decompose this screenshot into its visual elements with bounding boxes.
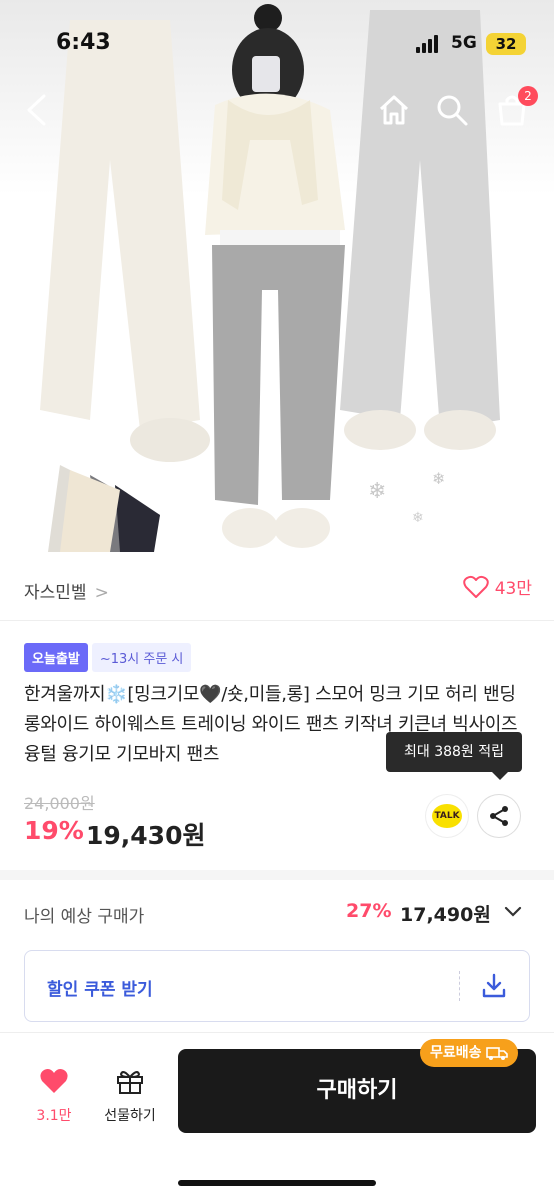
svg-text:❄: ❄ <box>412 510 424 526</box>
shipping-badges: 오늘출발 ~13시 주문 시 <box>24 643 192 672</box>
estimated-price-row[interactable]: 나의 예상 구매가 27% 17,490원 <box>24 896 530 930</box>
search-icon <box>437 95 468 126</box>
product-photo-illustration: ❄ ❄ ❄ <box>40 4 500 552</box>
like-count: 43만 <box>494 579 532 599</box>
download-icon <box>482 973 506 998</box>
chevron-down-icon[interactable] <box>502 900 524 926</box>
estimate-label: 나의 예상 구매가 <box>24 907 145 927</box>
cart-button[interactable]: 2 <box>492 86 538 130</box>
sale-price: 19,430원 <box>86 821 206 850</box>
cart-count-badge: 2 <box>518 86 538 106</box>
status-time: 6:43 <box>56 30 111 55</box>
svg-text:❄: ❄ <box>432 469 445 488</box>
seller-link[interactable]: 자스민벨 > <box>24 578 109 603</box>
share-icon <box>490 806 508 826</box>
heart-filled-icon <box>40 1069 68 1093</box>
top-nav: 2 <box>0 86 554 130</box>
kakao-talk-button[interactable]: TALK <box>426 795 468 837</box>
status-bar: 6:43 5G 32 <box>0 0 554 80</box>
chevron-right-icon: > <box>94 583 109 603</box>
share-button[interactable] <box>478 795 520 837</box>
coupon-separator <box>459 971 461 1001</box>
download-button[interactable] <box>479 971 509 1005</box>
back-button[interactable] <box>16 90 56 130</box>
section-divider <box>0 870 554 880</box>
estimate-discount: 27% <box>346 900 392 922</box>
wish-count: 3.1만 <box>36 1108 72 1124</box>
coupon-label: 할인 쿠폰 받기 <box>47 980 153 1000</box>
home-button[interactable] <box>374 90 414 130</box>
original-price: 24,000원 <box>24 794 95 813</box>
search-button[interactable] <box>432 90 472 130</box>
coupon-download-card[interactable]: 할인 쿠폰 받기 <box>24 950 530 1022</box>
free-shipping-label: 무료배송 <box>430 1045 482 1061</box>
gift-label: 선물하기 <box>104 1108 156 1124</box>
battery-indicator: 32 <box>486 33 526 55</box>
free-shipping-badge: 무료배송 <box>420 1039 518 1067</box>
points-tooltip: 최대 388원 적립 <box>386 732 522 780</box>
truck-icon <box>485 1047 508 1060</box>
home-icon <box>379 95 409 125</box>
bottom-action-bar: 3.1만 선물하기 구매하기 무료배송 <box>0 1032 554 1201</box>
gift-button[interactable]: 선물하기 <box>96 1067 164 1125</box>
seller-row: 자스민벨 > 43만 <box>0 558 554 621</box>
gift-icon <box>117 1071 143 1094</box>
discount-rate: 19% <box>24 816 84 845</box>
heart-outline-icon <box>462 575 489 598</box>
svg-text:❄: ❄ <box>368 479 386 504</box>
like-button[interactable]: 43만 <box>462 574 532 599</box>
signal-icon <box>416 34 440 53</box>
back-arrow-icon <box>27 94 46 126</box>
home-indicator <box>178 1180 376 1186</box>
wish-button[interactable]: 3.1만 <box>26 1067 82 1125</box>
estimate-price: 17,490원 <box>400 904 491 926</box>
network-label: 5G <box>451 33 477 53</box>
seller-name: 자스민벨 <box>24 583 87 603</box>
product-image[interactable]: ❄ ❄ ❄ 6:43 5G 32 2 <box>0 0 554 558</box>
talk-icon: TALK <box>432 804 462 828</box>
today-ship-badge: 오늘출발 <box>24 643 88 672</box>
order-time-badge: ~13시 주문 시 <box>91 643 192 672</box>
